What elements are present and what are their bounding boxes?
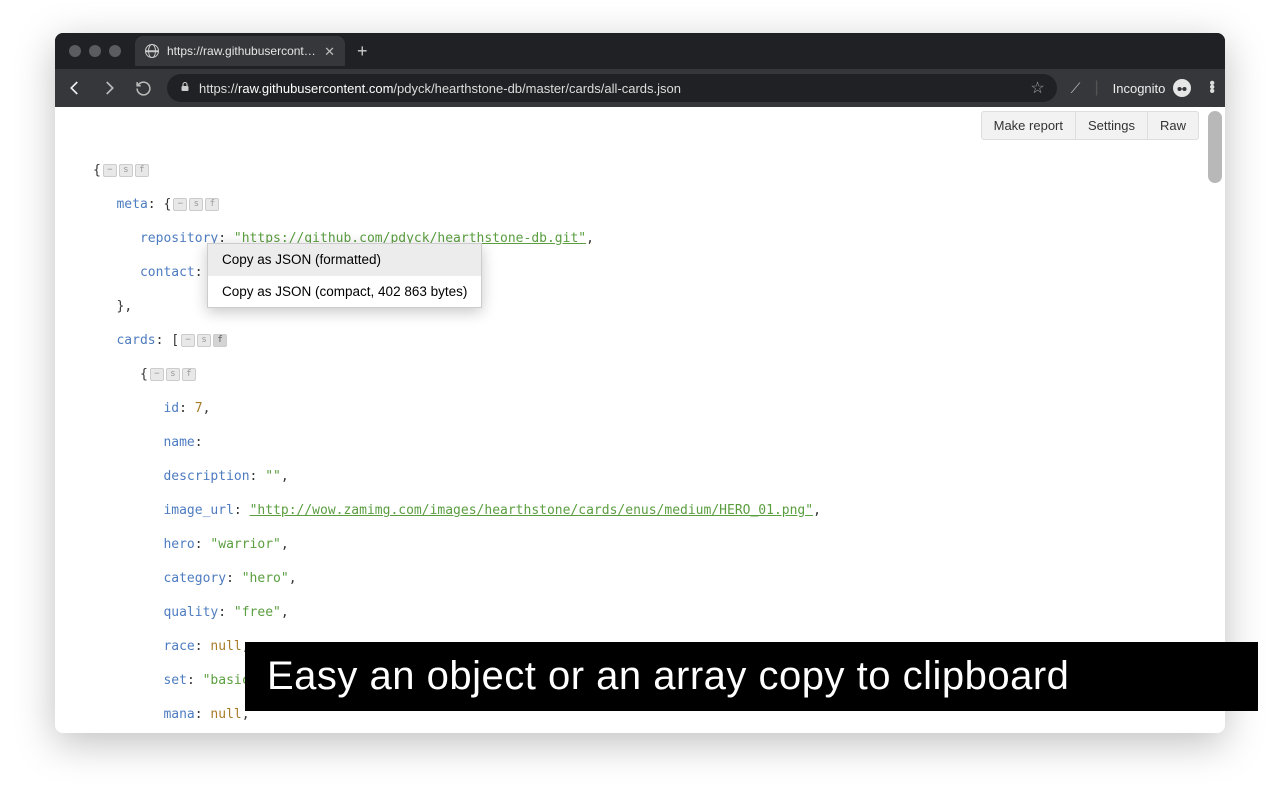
address-bar[interactable]: https://raw.githubusercontent.com/pdyck/… [167,74,1057,102]
settings-button[interactable]: Settings [1076,112,1148,139]
collapse-icon[interactable]: − [150,368,164,381]
promo-banner: Easy an object or an array copy to clipb… [245,642,1258,711]
copy-json-formatted-item[interactable]: Copy as JSON (formatted) [208,244,481,275]
collapse-icon[interactable]: − [103,164,117,177]
s-icon[interactable]: s [197,334,211,347]
s-icon[interactable]: s [119,164,133,177]
f-icon[interactable]: f [135,164,149,177]
new-tab-button[interactable]: + [357,42,368,60]
lock-icon [179,80,191,97]
copy-json-compact-item[interactable]: Copy as JSON (compact, 402 863 bytes) [208,275,481,307]
incognito-icon [1173,79,1191,97]
browser-tab[interactable]: https://raw.githubusercontent... ✕ [135,36,345,66]
browser-window: https://raw.githubusercontent... ✕ + htt… [55,33,1225,733]
s-icon[interactable]: s [189,198,203,211]
collapse-icon[interactable]: − [173,198,187,211]
minimize-window-dot[interactable] [89,45,101,57]
make-report-button[interactable]: Make report [982,112,1076,139]
tab-strip: https://raw.githubusercontent... ✕ + [55,33,1225,69]
incognito-indicator[interactable]: Incognito [1113,79,1192,97]
url-text: https://raw.githubusercontent.com/pdyck/… [199,81,681,96]
f-icon[interactable]: f [182,368,196,381]
page-content: Make report Settings Raw {−sf meta: {−sf… [55,107,1225,733]
maximize-window-dot[interactable] [109,45,121,57]
f-icon[interactable]: f [213,334,227,347]
back-button[interactable] [65,78,85,98]
browser-menu-button[interactable]: ••• [1205,82,1215,94]
browser-chrome: https://raw.githubusercontent... ✕ + htt… [55,33,1225,107]
bookmark-star-icon[interactable]: ☆ [1030,78,1044,98]
tab-title: https://raw.githubusercontent... [167,44,316,58]
json-tree: {−sf meta: {−sf repository: "https://git… [55,107,1225,733]
globe-icon [145,44,159,58]
forward-button[interactable] [99,78,119,98]
nav-bar: https://raw.githubusercontent.com/pdyck/… [55,69,1225,107]
close-tab-icon[interactable]: ✕ [324,45,335,58]
incognito-label: Incognito [1113,81,1166,96]
json-viewer-toolbar: Make report Settings Raw [981,111,1199,140]
collapse-icon[interactable]: − [181,334,195,347]
reload-button[interactable] [133,78,153,98]
extension-icon[interactable]: ⟋ [1071,80,1081,97]
scrollbar-thumb[interactable] [1208,111,1222,183]
raw-button[interactable]: Raw [1148,112,1198,139]
close-window-dot[interactable] [69,45,81,57]
image-url-link[interactable]: "http://wow.zamimg.com/images/hearthston… [250,503,814,518]
f-icon[interactable]: f [205,198,219,211]
window-controls[interactable] [65,45,129,57]
context-menu: Copy as JSON (formatted) Copy as JSON (c… [207,243,482,308]
s-icon[interactable]: s [166,368,180,381]
